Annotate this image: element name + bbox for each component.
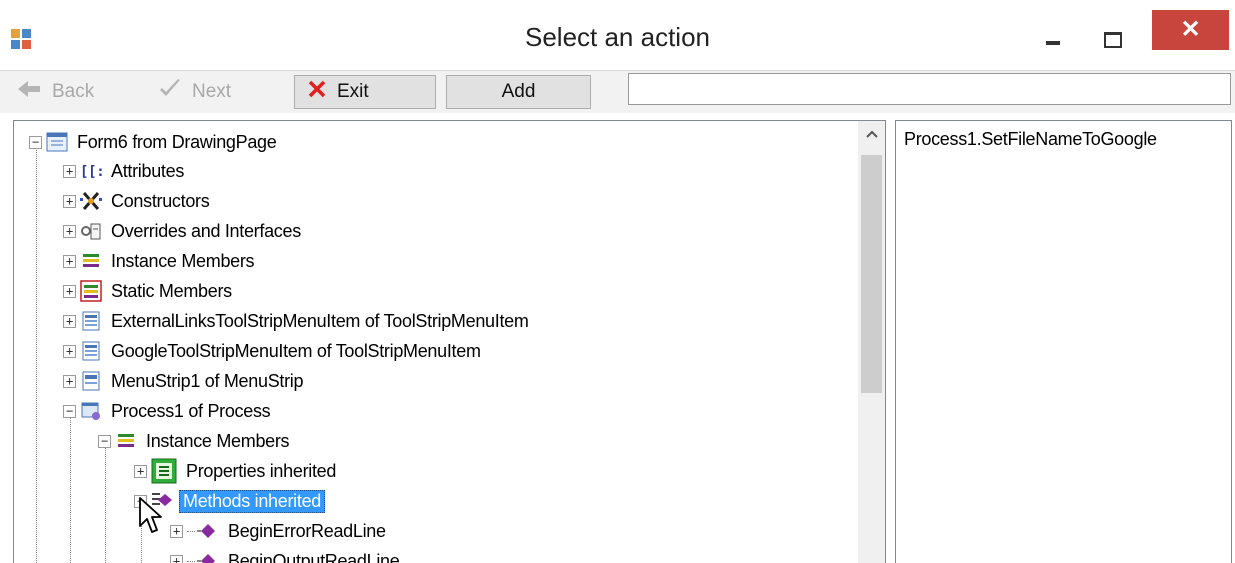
tree-node-menustrip[interactable]: + MenuStrip1 of MenuStrip <box>63 366 306 396</box>
properties-icon <box>151 458 177 484</box>
exit-button[interactable]: Exit <box>294 75 436 109</box>
tree-connector <box>187 560 195 562</box>
close-button[interactable]: ✕ <box>1152 10 1229 50</box>
tree-node-static-members[interactable]: + Static Members <box>63 276 235 306</box>
tree-node-process1[interactable]: − Process1 of Process <box>63 396 273 426</box>
tree-node-constructors[interactable]: + Constructors <box>63 186 212 216</box>
scrollbar-thumb[interactable] <box>861 155 882 393</box>
add-button[interactable]: Add <box>446 75 591 109</box>
tree-node-label: BeginOutputReadLine <box>228 550 400 563</box>
tree-node-label: BeginErrorReadLine <box>228 520 386 541</box>
next-button[interactable]: Next <box>158 75 276 109</box>
tree-connector <box>187 530 195 532</box>
tree-node-label: GoogleToolStripMenuItem of ToolStripMenu… <box>111 340 481 361</box>
method-icon <box>197 520 219 542</box>
menu-item-icon <box>80 340 102 362</box>
back-arrow-icon <box>18 79 42 105</box>
svg-text:[[:]]: [[:]] <box>80 164 102 180</box>
interfaces-icon <box>80 220 102 242</box>
tree-node-method[interactable]: + BeginErrorReadLine <box>170 516 389 546</box>
tree-node-root[interactable]: − Form6 from DrawingPage <box>29 127 279 157</box>
tree-node-label: Properties inherited <box>186 460 337 481</box>
method-icon <box>197 550 219 563</box>
tree-node-label: Attributes <box>111 160 185 181</box>
tree-line <box>70 413 71 563</box>
close-x-icon <box>307 79 327 105</box>
selected-action-text: Process1.SetFileNameToGoogle <box>904 129 1157 149</box>
back-label: Back <box>52 81 95 102</box>
expand-icon[interactable]: + <box>134 464 147 478</box>
tree-node-label: Overrides and Interfaces <box>111 220 301 241</box>
expand-icon[interactable]: + <box>63 194 76 208</box>
constructors-icon <box>80 190 102 212</box>
expand-icon[interactable]: + <box>63 314 76 328</box>
maximize-button[interactable] <box>1093 27 1131 53</box>
tree-node-label: Instance Members <box>146 430 290 451</box>
instance-members-icon <box>80 250 102 272</box>
mouse-cursor-icon <box>139 497 162 533</box>
tree-node-overrides[interactable]: + Overrides and Interfaces <box>63 216 304 246</box>
collapse-icon[interactable]: − <box>63 404 76 418</box>
form-icon <box>46 131 68 153</box>
tree-node-process-instance-members[interactable]: − Instance Members <box>98 426 292 456</box>
instance-members-icon <box>115 430 137 452</box>
action-preview-panel[interactable]: Process1.SetFileNameToGoogle <box>895 120 1232 563</box>
static-members-icon <box>80 280 102 302</box>
expand-icon[interactable]: + <box>63 344 76 358</box>
expand-icon[interactable]: + <box>63 374 76 388</box>
tree-node-instance-members[interactable]: + Instance Members <box>63 246 257 276</box>
tree-node-label: Process1 of Process <box>111 400 271 421</box>
tree-node-properties-inherited[interactable]: + Properties inherited <box>134 456 339 486</box>
tree-node-google-menu-item[interactable]: + GoogleToolStripMenuItem of ToolStripMe… <box>63 336 484 366</box>
expand-icon[interactable]: + <box>63 224 76 238</box>
tree-line <box>36 141 37 563</box>
tree-node-label: Constructors <box>111 190 210 211</box>
title-bar: Select an action ✕ <box>0 0 1235 70</box>
menu-strip-icon <box>80 370 102 392</box>
tree-line <box>105 443 106 563</box>
expand-icon[interactable]: + <box>63 164 76 178</box>
collapse-icon[interactable]: − <box>98 434 111 448</box>
tree-node-method[interactable]: + BeginOutputReadLine <box>170 546 402 563</box>
checkmark-icon <box>158 78 182 106</box>
tree-node-label: MenuStrip1 of MenuStrip <box>111 370 304 391</box>
tree-node-attributes[interactable]: + [[:]] Attributes <box>63 156 187 186</box>
back-button[interactable]: Back <box>18 75 136 109</box>
menu-item-icon <box>80 310 102 332</box>
expand-icon[interactable]: + <box>170 524 183 538</box>
expand-icon[interactable]: + <box>170 554 183 563</box>
attributes-icon: [[:]] <box>80 160 121 182</box>
tree-node-label: Instance Members <box>111 250 255 271</box>
collapse-icon[interactable]: − <box>29 135 42 149</box>
next-label: Next <box>192 81 232 102</box>
minimize-button[interactable] <box>1034 27 1072 53</box>
tree-node-label: ExternalLinksToolStripMenuItem of ToolSt… <box>111 310 529 331</box>
process-icon <box>80 400 102 422</box>
tree-node-external-links[interactable]: + ExternalLinksToolStripMenuItem of Tool… <box>63 306 532 336</box>
tree-node-label: Methods inherited <box>179 489 325 513</box>
expand-icon[interactable]: + <box>63 284 76 298</box>
scroll-up-arrow-icon[interactable] <box>858 126 885 150</box>
exit-label: Exit <box>337 81 369 102</box>
expand-icon[interactable]: + <box>63 254 76 268</box>
tree-node-label: Static Members <box>111 280 232 301</box>
tree-node-label: Form6 from DrawingPage <box>77 131 277 152</box>
action-text-input[interactable] <box>628 73 1231 105</box>
